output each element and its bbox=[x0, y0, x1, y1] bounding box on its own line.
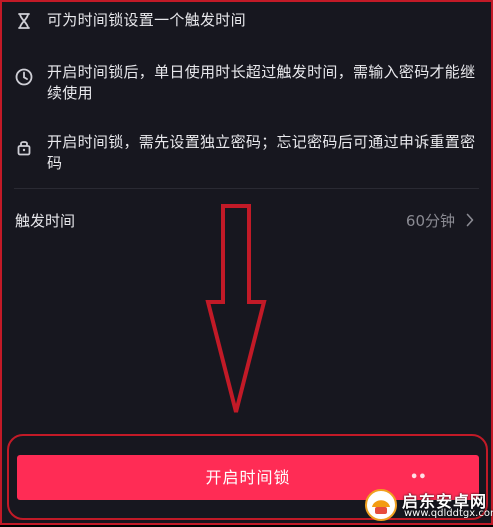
chevron-right-icon bbox=[466, 213, 474, 227]
decor-icon: •• bbox=[410, 470, 427, 485]
setting-label: 触发时间 bbox=[15, 212, 76, 230]
lock-icon bbox=[17, 141, 31, 156]
setting-value: 60分钟 bbox=[405, 212, 455, 230]
divider bbox=[14, 188, 479, 189]
hourglass-icon bbox=[18, 13, 30, 29]
info-text: 开启时间锁，需先设置独立密码；忘记密码后可通过申诉重置密码 bbox=[47, 133, 476, 172]
info-text: 可为时间锁设置一个触发时间 bbox=[47, 11, 246, 29]
info-text: 开启时间锁后，单日使用时长超过触发时间，需输入密码才能继续使用 bbox=[47, 63, 476, 102]
clock-icon bbox=[15, 68, 33, 86]
watermark-url: www.qdlddtgx.com bbox=[404, 508, 493, 519]
time-lock-screen: 可为时间锁设置一个触发时间 开启时间锁后，单日使用时长超过触发时间，需输入密码才… bbox=[0, 0, 493, 525]
watermark-logo-icon bbox=[365, 489, 397, 521]
trigger-time-setting[interactable]: 触发时间 60分钟 bbox=[2, 202, 493, 238]
watermark: 启东安卓网 www.qdlddtgx.com bbox=[360, 486, 493, 526]
